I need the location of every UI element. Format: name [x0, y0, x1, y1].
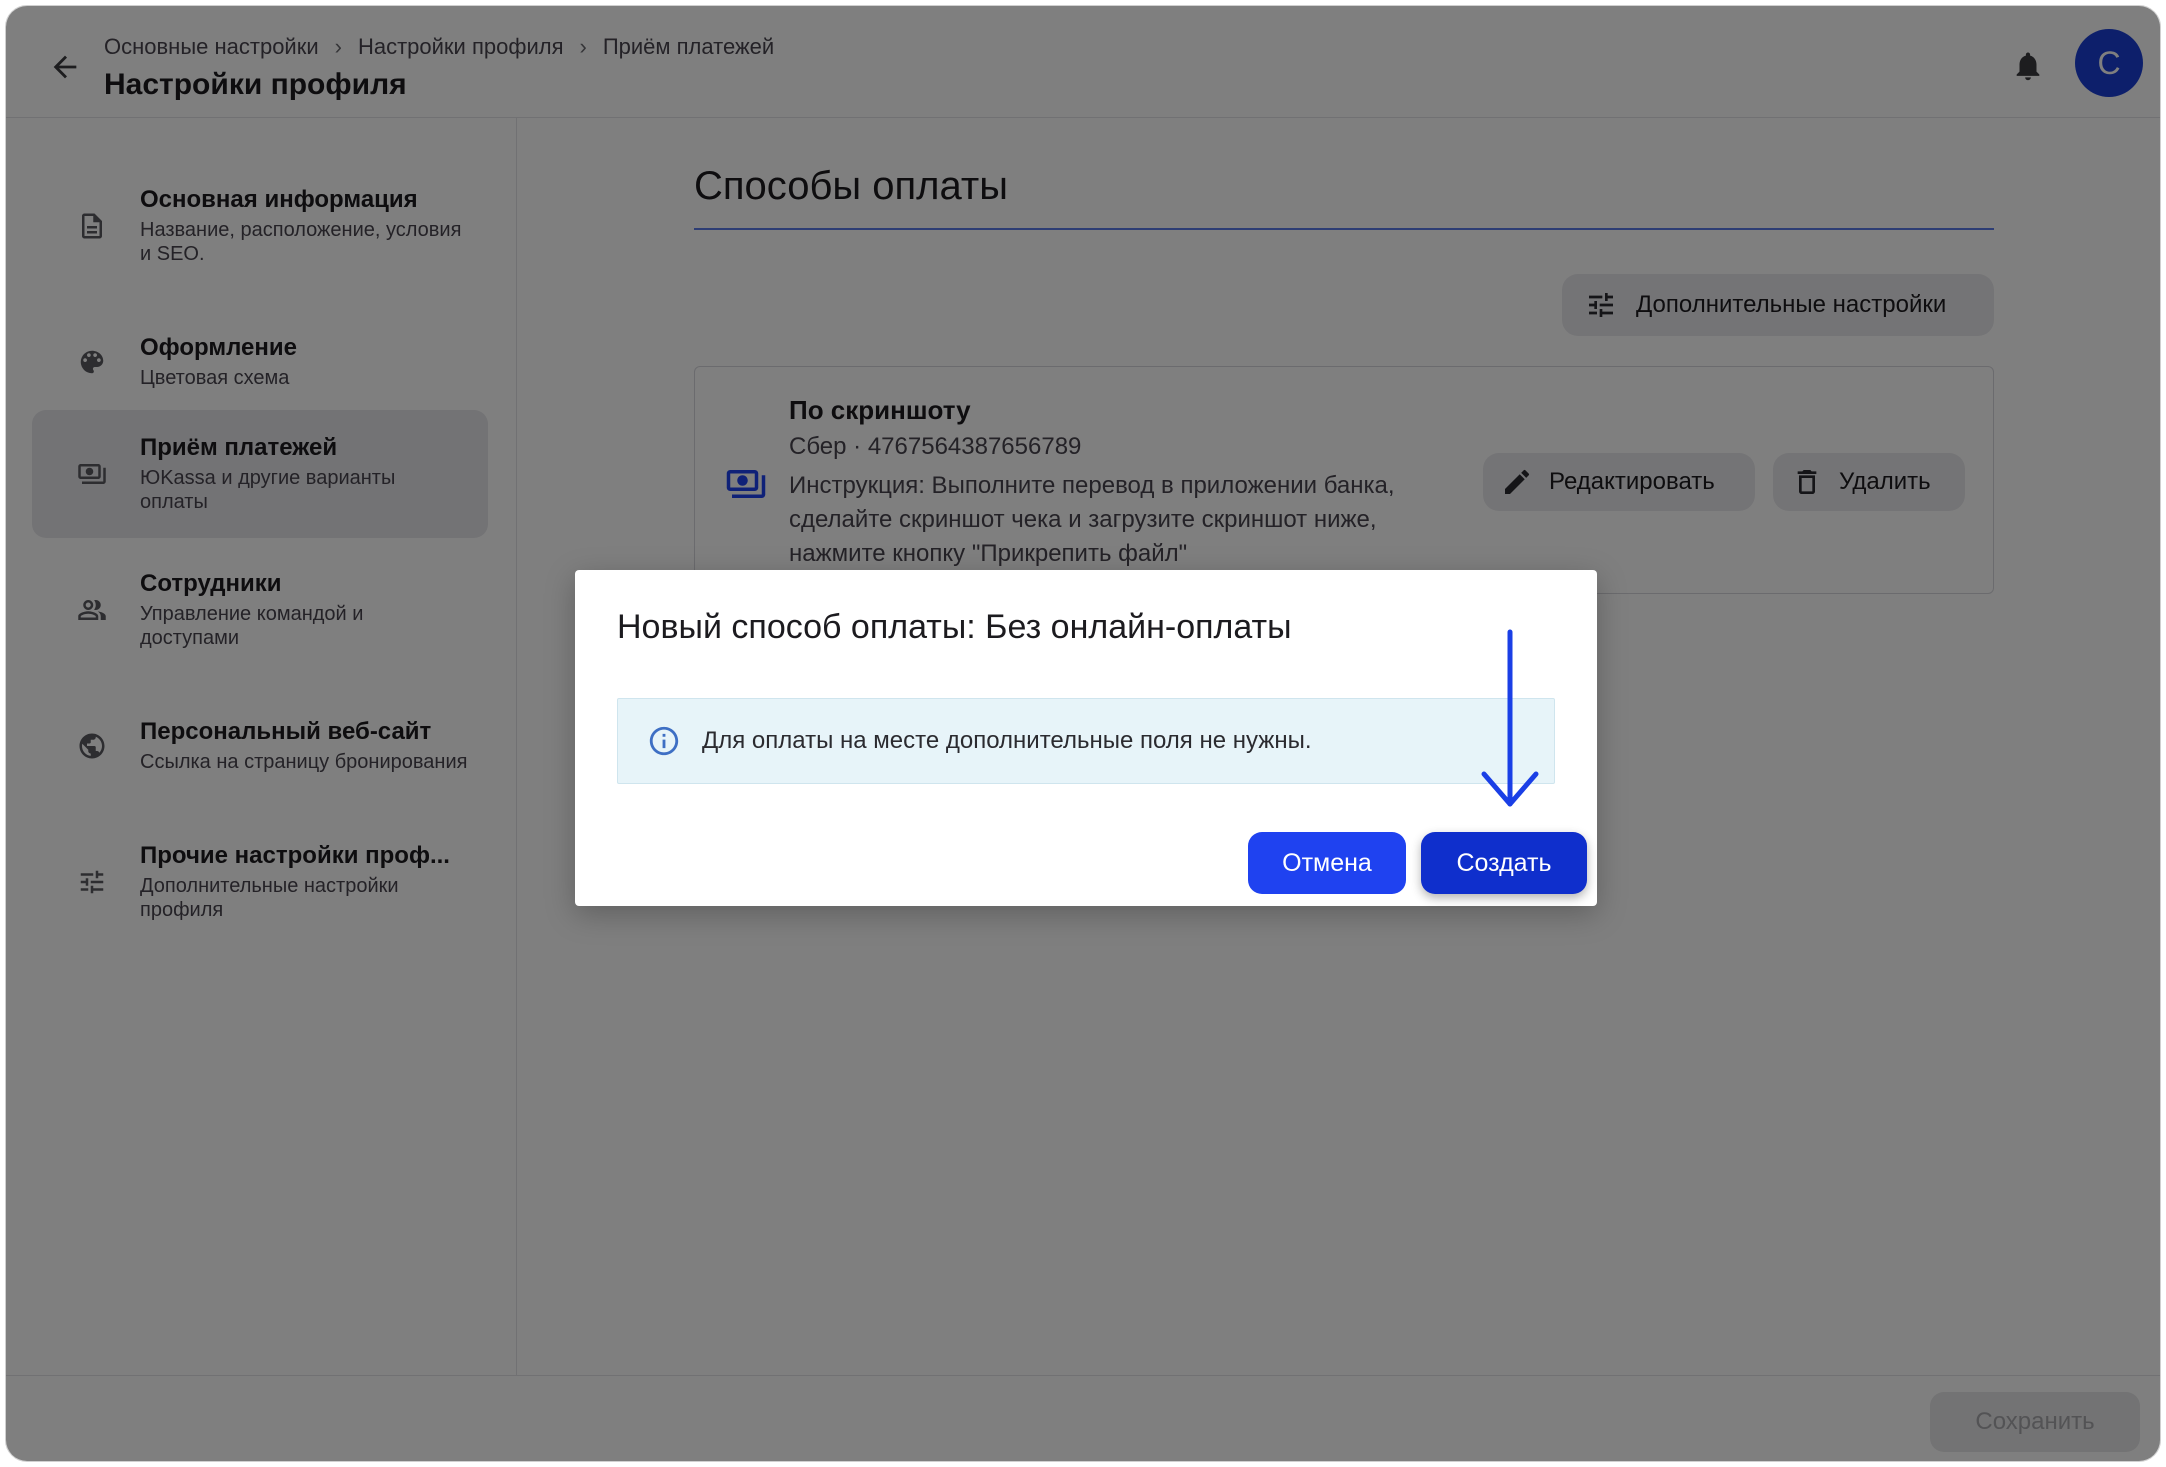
- app-window: Основные настройки › Настройки профиля ›…: [5, 5, 2161, 1462]
- create-button[interactable]: Создать: [1421, 832, 1587, 894]
- dialog-title: Новый способ оплаты: Без онлайн-оплаты: [617, 608, 1292, 646]
- info-text: Для оплаты на месте дополнительные поля …: [702, 727, 1312, 754]
- info-icon: [646, 723, 682, 759]
- info-alert: Для оплаты на месте дополнительные поля …: [617, 698, 1555, 784]
- new-payment-method-dialog: Новый способ оплаты: Без онлайн-оплаты Д…: [575, 570, 1597, 906]
- annotation-arrow-down-icon: [1481, 629, 1539, 807]
- cancel-button[interactable]: Отмена: [1248, 832, 1406, 894]
